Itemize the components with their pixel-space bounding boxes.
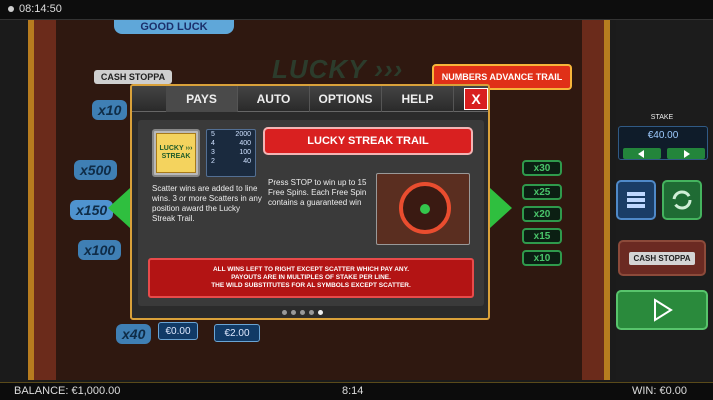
paytable-row: 4 400 (211, 140, 251, 147)
rules-line: THE WILD SUBSTITUTES FOR AL SYMBOLS EXCE… (211, 282, 411, 289)
ladder-rung: x20 (522, 206, 562, 222)
ladder-rung: x10 (522, 250, 562, 266)
cash-stoppa-button[interactable]: CASH STOPPA (618, 240, 706, 276)
spin-button[interactable] (616, 290, 708, 330)
ladder-value: x40 (116, 324, 152, 344)
lucky-streak-trail-title: LUCKY STREAK TRAIL (263, 127, 473, 155)
tab-options[interactable]: OPTIONS (310, 86, 382, 112)
win-amount: WIN: €0.00 (631, 385, 687, 397)
page-dot-active[interactable] (318, 310, 323, 315)
trail-center-button (420, 204, 430, 214)
stake-value: €40.00 (647, 130, 679, 141)
pays-content: LUCKY ››› STREAK 5 2000 4 400 3 100 2 40 Sca… (138, 120, 484, 306)
scatter-symbol-label: LUCKY ››› STREAK (156, 133, 196, 173)
good-luck-banner: GOOD LUCK (114, 20, 234, 34)
ladder-value: x500 (74, 160, 118, 180)
game-logo: LUCKY ››› (272, 54, 404, 84)
ladder-rung: x15 (522, 228, 562, 244)
play-icon (654, 298, 673, 322)
rules-line: ALL WINS LEFT TO RIGHT EXCEPT SCATTER WH… (212, 266, 410, 273)
page-dot[interactable] (300, 310, 305, 315)
arrow-left-icon (638, 149, 644, 158)
rules-banner: ALL WINS LEFT TO RIGHT EXCEPT SCATTER WH… (148, 258, 474, 298)
bottom-bar: BALANCE: €1,000.00 8:14 WIN: €0.00 (0, 382, 713, 400)
stake-control: €40.00 (618, 126, 708, 160)
page-indicator (282, 310, 323, 315)
ladder-rung: x30 (522, 160, 562, 176)
menu-button[interactable] (616, 180, 656, 220)
paytable: 5 2000 4 400 3 100 2 40 (206, 129, 256, 177)
cash-stoppa-logo: CASH STOPPA (629, 251, 695, 265)
scatter-symbol: LUCKY ››› STREAK (152, 129, 200, 177)
tab-help[interactable]: HELP (382, 86, 454, 112)
clock-time-bottom: 8:14 (342, 385, 364, 397)
page-dot[interactable] (309, 310, 314, 315)
ladder-value: x100 (78, 240, 122, 260)
stake-label: STAKE (650, 114, 674, 121)
balance: BALANCE: €1,000.00 (14, 385, 121, 397)
trail-description: Press STOP to win up to 15 Free Spins. E… (268, 178, 367, 207)
status-bar: 08:14:50 (0, 0, 713, 20)
scatter-description: Scatter wins are added to line wins. 3 o… (152, 184, 262, 223)
next-page-arrow-icon[interactable] (490, 188, 512, 228)
tab-pays[interactable]: PAYS (166, 86, 238, 112)
dialog-tabs: PAYS AUTO OPTIONS HELP X (132, 86, 488, 112)
page-dot[interactable] (291, 310, 296, 315)
page-dot[interactable] (282, 310, 287, 315)
clock-time: 08:14:50 (19, 3, 62, 15)
value-box: €2.00 (214, 324, 260, 342)
stake-increase-button[interactable] (667, 148, 705, 159)
stake-decrease-button[interactable] (623, 148, 661, 159)
tab-auto[interactable]: AUTO (238, 86, 310, 112)
paytable-row: 5 2000 (211, 131, 251, 138)
rules-line: PAYOUTS ARE IN MULTIPLES OF STAKE PER LI… (231, 274, 391, 281)
autoplay-button[interactable] (662, 180, 702, 220)
arrow-right-icon (684, 149, 690, 158)
paytable-dialog: PAYS AUTO OPTIONS HELP X LUCKY ››› STREA… (130, 84, 490, 320)
clock-icon (8, 6, 14, 12)
menu-icon (627, 192, 645, 208)
ladder-value: x10 (92, 100, 128, 120)
previous-page-arrow-icon[interactable] (108, 188, 130, 228)
clock: 08:14:50 (8, 3, 62, 15)
cash-stoppa-label: CASH STOPPA (94, 70, 172, 84)
trail-preview-image (376, 173, 470, 245)
paytable-row: 3 100 (211, 149, 251, 156)
value-box: €0.00 (158, 322, 198, 340)
autoplay-icon (672, 190, 692, 210)
ladder-value-active: x150 (70, 200, 114, 220)
ladder-rung: x25 (522, 184, 562, 200)
paytable-row: 2 40 (211, 158, 251, 165)
close-button[interactable]: X (464, 88, 488, 110)
